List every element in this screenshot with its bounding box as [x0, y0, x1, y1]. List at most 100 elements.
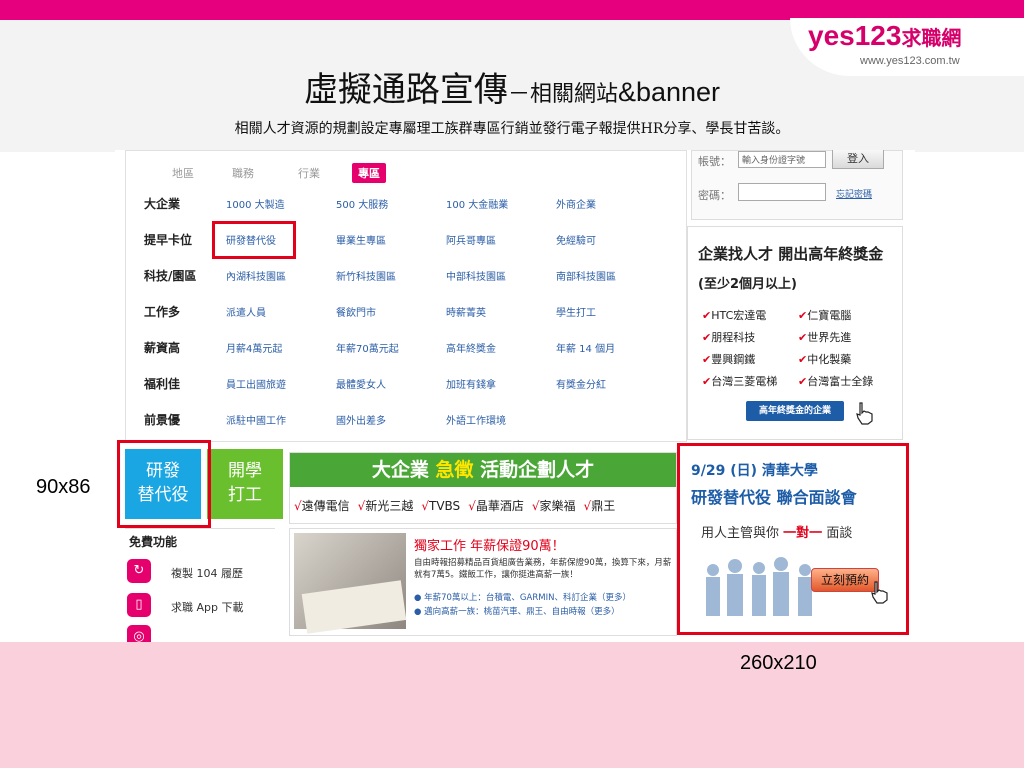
- news-bullet-1[interactable]: ● 年薪70萬以上：台積電、GARMIN、科訂企業（更多）: [414, 591, 631, 603]
- category-link[interactable]: 年薪 14 個月: [556, 340, 615, 355]
- category-link[interactable]: 餐飲門市: [336, 304, 376, 319]
- category-link[interactable]: 畢業生專區: [336, 232, 386, 247]
- news-photo: [294, 533, 407, 634]
- company-name: 世界先進: [807, 331, 852, 344]
- category-link[interactable]: 南部科技園區: [556, 268, 616, 283]
- category-link[interactable]: 高年終獎金: [446, 340, 496, 355]
- check-icon: ✔: [798, 353, 808, 366]
- category-link[interactable]: 派遣人員: [226, 304, 266, 319]
- tab-zone[interactable]: 專區: [352, 163, 386, 183]
- account-label: 帳號：: [698, 155, 731, 168]
- tab-job[interactable]: 職務: [232, 165, 254, 181]
- check-icon: ✔: [798, 375, 808, 388]
- category-link[interactable]: 100 大金融業: [446, 196, 508, 211]
- news-headline[interactable]: 獨家工作 年薪保證90萬！: [414, 535, 565, 554]
- news-body: 自由時報招募精品百貨組廣告業務，年薪保證90萬，換算下來，月薪就有7萬5。鐵飯工…: [414, 558, 672, 580]
- row-label: 福利佳: [144, 377, 181, 391]
- check-icon: √: [294, 499, 302, 513]
- company-name: 台灣富士全錄: [807, 375, 874, 388]
- category-panel: 地區 職務 行業 專區 大企業 1000 大製造 500 大服務 100 大金融業 外商…: [125, 150, 687, 442]
- recruit-banner[interactable]: 大企業 急徵 活動企劃人才 √遠傳電信 √新光三越 √TVBS √晶華酒店 √家樂福 √鼎…: [289, 452, 677, 524]
- promo-company[interactable]: ✔仁寶電腦: [798, 307, 851, 323]
- free-features: 免費功能 ↻ 複製 104 履歷 ▯ 求職 App 下載 ◎: [125, 528, 275, 642]
- refresh-icon: ↻: [127, 559, 151, 583]
- category-link[interactable]: 年薪70萬元起: [336, 340, 399, 355]
- category-link[interactable]: 學生打工: [556, 304, 596, 319]
- row-label: 工作多: [144, 305, 181, 319]
- promo-company[interactable]: ✔朋程科技: [702, 329, 755, 345]
- category-link[interactable]: 派駐中國工作: [226, 412, 286, 427]
- tile-size-label: 90x86: [36, 476, 91, 498]
- check-icon: ✔: [798, 331, 808, 344]
- row-label: 科技/園區: [144, 269, 197, 283]
- check-icon: √: [421, 499, 429, 513]
- category-link[interactable]: 中部科技園區: [446, 268, 506, 283]
- slide-title: 虛擬通路宣傳－相關網站&banner: [0, 62, 1024, 111]
- logo-wordmark: yes123求職網: [808, 20, 961, 52]
- free-title: 免費功能: [129, 535, 178, 549]
- row-label: 提早卡位: [144, 233, 193, 247]
- banner-tail: 活動企劃人才: [480, 459, 595, 481]
- category-link[interactable]: 月薪4萬元起: [226, 340, 282, 355]
- brand-item[interactable]: √新光三越: [358, 499, 414, 513]
- news-bullet-2[interactable]: ● 邁向高薪一族：桃苗汽車、鼎王、自由時報（更多）: [414, 605, 620, 617]
- promo-company[interactable]: ✔台灣富士全錄: [798, 373, 873, 389]
- check-icon: ✔: [702, 309, 712, 322]
- row-label: 前景優: [144, 413, 181, 427]
- brand-name: 晶華酒店: [475, 499, 524, 513]
- banner-size-label: 260x210: [740, 652, 817, 674]
- promo-button[interactable]: 高年終獎金的企業: [746, 401, 844, 421]
- check-icon: ✔: [702, 331, 712, 344]
- category-link[interactable]: 時薪菁英: [446, 304, 486, 319]
- free-item-resume[interactable]: ↻ 複製 104 履歷: [125, 559, 275, 585]
- promo-company[interactable]: ✔豐興鋼鐵: [702, 351, 755, 367]
- category-link[interactable]: 外商企業: [556, 196, 596, 211]
- check-icon: ✔: [798, 309, 808, 322]
- category-link[interactable]: 最體愛女人: [336, 376, 386, 391]
- password-input[interactable]: [738, 183, 826, 201]
- free-item-app[interactable]: ▯ 求職 App 下載: [125, 593, 275, 619]
- category-link[interactable]: 新竹科技園區: [336, 268, 396, 283]
- category-link[interactable]: 員工出國旅遊: [226, 376, 286, 391]
- title-tail: &banner: [617, 77, 721, 107]
- promo-company[interactable]: ✔台灣三菱電梯: [702, 373, 777, 389]
- free-item-label: 求職 App 下載: [171, 601, 244, 614]
- promo-heading: 企業找人才 開出高年終獎金: [698, 245, 884, 263]
- brand-item[interactable]: √TVBS: [421, 499, 460, 513]
- category-link[interactable]: 國外出差多: [336, 412, 386, 427]
- category-link[interactable]: 1000 大製造: [226, 196, 285, 211]
- category-link[interactable]: 阿兵哥專區: [446, 232, 496, 247]
- bonus-promo: 企業找人才 開出高年終獎金 (至少2個月以上) ✔HTC宏達電 ✔仁寶電腦 ✔朋程科…: [687, 226, 903, 440]
- brand-item[interactable]: √晶華酒店: [468, 499, 524, 513]
- row-label: 大企業: [144, 197, 181, 211]
- slide-footer-band: [0, 642, 1024, 768]
- brand-item[interactable]: √遠傳電信: [294, 499, 350, 513]
- category-link[interactable]: 加班有錢拿: [446, 376, 496, 391]
- tab-industry[interactable]: 行業: [298, 165, 320, 181]
- forgot-password-link[interactable]: 忘記密碼: [836, 187, 872, 200]
- row-label: 薪資高: [144, 341, 181, 355]
- account-input[interactable]: 輸入身份證字號: [738, 151, 826, 168]
- title-main: 虛擬通路宣傳: [303, 70, 508, 110]
- banner-headline: 大企業 急徵 活動企劃人才: [290, 453, 676, 487]
- free-item-partial: ◎: [125, 625, 275, 642]
- promo-company[interactable]: ✔HTC宏達電: [702, 307, 766, 323]
- category-link[interactable]: 免經驗可: [556, 232, 596, 247]
- company-name: 朋程科技: [711, 331, 756, 344]
- category-link[interactable]: 有獎金分紅: [556, 376, 606, 391]
- newspaper-shape: [301, 580, 407, 634]
- tab-region[interactable]: 地區: [172, 165, 194, 181]
- category-link[interactable]: 500 大服務: [336, 196, 388, 211]
- student-job-tile[interactable]: 開學 打工: [207, 449, 283, 519]
- category-link[interactable]: 內湖科技園區: [226, 268, 286, 283]
- brand-item[interactable]: √家樂福: [532, 499, 576, 513]
- company-name: 仁寶電腦: [807, 309, 852, 322]
- promo-company[interactable]: ✔世界先進: [798, 329, 851, 345]
- banner-lead: 大企業: [371, 459, 429, 481]
- login-button[interactable]: 登入: [832, 150, 884, 169]
- brand-item[interactable]: √鼎王: [584, 499, 616, 513]
- category-link[interactable]: 外語工作環境: [446, 412, 506, 427]
- promo-company[interactable]: ✔中化製藥: [798, 351, 851, 367]
- brand-name: 新光三越: [365, 499, 414, 513]
- highlight-box-tile: [117, 440, 211, 528]
